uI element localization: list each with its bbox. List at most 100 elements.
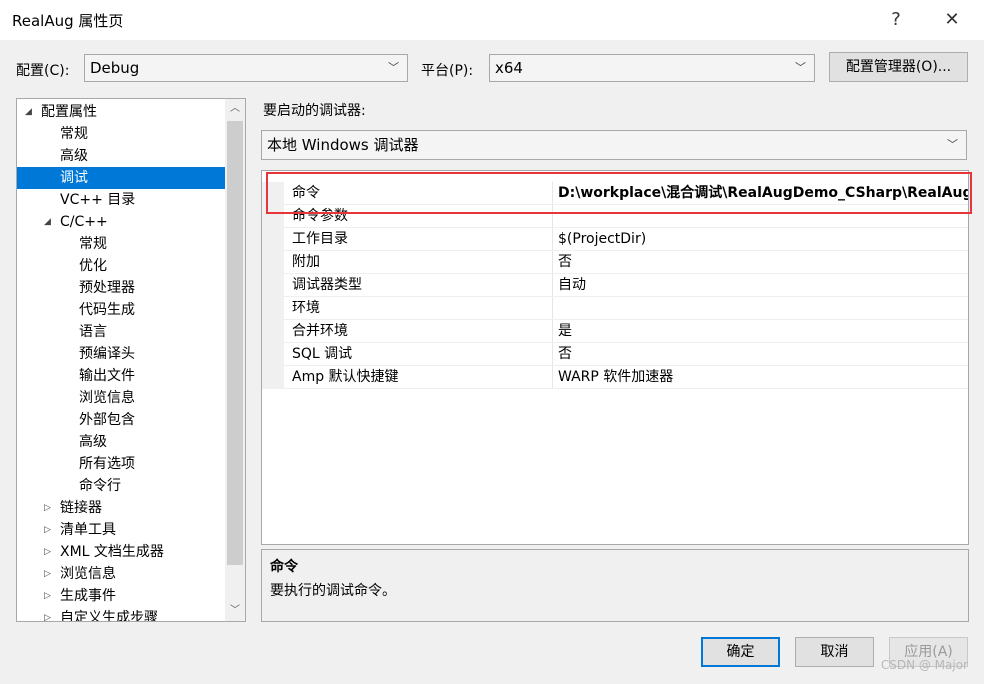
config-combo[interactable]: Debug ﹀ bbox=[84, 54, 408, 82]
platform-label: 平台(P): bbox=[421, 63, 474, 79]
property-value[interactable]: 否 bbox=[558, 251, 968, 274]
platform-combo[interactable]: x64 ﹀ bbox=[489, 54, 815, 82]
property-row[interactable]: 环境 bbox=[262, 297, 968, 320]
tree-item[interactable]: ▷ 清单工具 bbox=[17, 519, 225, 541]
property-grid: 命令 D:\workplace\混合调试\RealAugDemo_CSharp\R… bbox=[261, 170, 969, 545]
description-text: 要执行的调试命令。 bbox=[270, 583, 396, 599]
scroll-up-icon[interactable]: ︿ bbox=[225, 99, 245, 119]
tree-item[interactable]: 浏览信息 bbox=[17, 387, 225, 409]
help-button[interactable]: ? bbox=[882, 6, 910, 34]
close-button[interactable]: ✕ bbox=[938, 6, 966, 34]
chevron-down-icon: ﹀ bbox=[795, 61, 806, 74]
tree-item[interactable]: ▷ 浏览信息 bbox=[17, 563, 225, 585]
window-title: RealAug 属性页 bbox=[12, 12, 124, 30]
column-divider bbox=[552, 343, 553, 366]
tree-item-label: XML 文档生成器 bbox=[60, 544, 164, 560]
tree-item[interactable]: 高级 bbox=[17, 145, 225, 167]
tree-item-label: 清单工具 bbox=[60, 522, 116, 538]
property-name: 附加 bbox=[292, 254, 320, 270]
row-gutter bbox=[262, 251, 284, 274]
tree-item[interactable]: 预处理器 bbox=[17, 277, 225, 299]
tree-item[interactable]: ▷ 自定义生成步骤 bbox=[17, 607, 225, 622]
tree-item[interactable]: 优化 bbox=[17, 255, 225, 277]
property-row[interactable]: Amp 默认快捷键 WARP 软件加速器 bbox=[262, 366, 968, 389]
tree-item[interactable]: ▷ 链接器 bbox=[17, 497, 225, 519]
property-name: Amp 默认快捷键 bbox=[292, 369, 399, 385]
row-gutter bbox=[262, 366, 284, 389]
column-divider bbox=[552, 320, 553, 343]
cancel-button[interactable]: 取消 bbox=[795, 637, 874, 667]
config-value: Debug bbox=[90, 59, 140, 77]
tree-item-label: 自定义生成步骤 bbox=[60, 610, 158, 622]
tree-item-label: C/C++ bbox=[60, 214, 108, 230]
tree-item[interactable]: 语言 bbox=[17, 321, 225, 343]
expand-arrow-icon[interactable]: ▷ bbox=[44, 607, 51, 621]
expand-arrow-icon[interactable]: ▷ bbox=[44, 541, 51, 563]
collapse-arrow-icon[interactable]: ◢ bbox=[25, 101, 32, 123]
property-row[interactable]: 工作目录 $(ProjectDir) bbox=[262, 228, 968, 251]
debugger-section-label: 要启动的调试器: bbox=[263, 103, 366, 119]
property-row[interactable]: 附加 否 bbox=[262, 251, 968, 274]
expand-arrow-icon[interactable]: ▷ bbox=[44, 585, 51, 607]
title-bar bbox=[0, 0, 984, 40]
tree-item[interactable]: 常规 bbox=[17, 123, 225, 145]
property-row[interactable]: SQL 调试 否 bbox=[262, 343, 968, 366]
highlight-box bbox=[266, 172, 972, 214]
row-gutter bbox=[262, 274, 284, 297]
tree-item[interactable]: 外部包含 bbox=[17, 409, 225, 431]
tree-item[interactable]: 高级 bbox=[17, 431, 225, 453]
tree-item-label: 高级 bbox=[79, 434, 107, 450]
expand-arrow-icon[interactable]: ▷ bbox=[44, 519, 51, 541]
property-name: 工作目录 bbox=[292, 231, 348, 247]
tree-item[interactable]: 调试 bbox=[17, 167, 225, 189]
property-value[interactable]: WARP 软件加速器 bbox=[558, 366, 968, 389]
ok-button[interactable]: 确定 bbox=[701, 637, 780, 667]
tree-item[interactable]: ◢ 配置属性 bbox=[17, 101, 225, 123]
tree-item[interactable]: ▷ XML 文档生成器 bbox=[17, 541, 225, 563]
tree-item-label: 所有选项 bbox=[79, 456, 135, 472]
tree-item-label: 代码生成 bbox=[79, 302, 135, 318]
tree-item[interactable]: 所有选项 bbox=[17, 453, 225, 475]
property-row[interactable]: 合并环境 是 bbox=[262, 320, 968, 343]
debugger-combo[interactable]: 本地 Windows 调试器 ﹀ bbox=[261, 130, 967, 160]
scroll-thumb[interactable] bbox=[227, 121, 243, 565]
expand-arrow-icon[interactable]: ▷ bbox=[44, 563, 51, 585]
tree-item[interactable]: VC++ 目录 bbox=[17, 189, 225, 211]
property-value[interactable]: 是 bbox=[558, 320, 968, 343]
tree-scrollbar[interactable]: ︿ ﹀ bbox=[225, 99, 245, 621]
expand-arrow-icon[interactable]: ▷ bbox=[44, 497, 51, 519]
debugger-value: 本地 Windows 调试器 bbox=[267, 136, 419, 154]
property-name: 合并环境 bbox=[292, 323, 348, 339]
column-divider bbox=[552, 366, 553, 389]
chevron-down-icon: ﹀ bbox=[388, 61, 399, 74]
tree-item-label: 语言 bbox=[79, 324, 107, 340]
column-divider bbox=[552, 228, 553, 251]
tree-item-label: 常规 bbox=[60, 126, 88, 142]
platform-value: x64 bbox=[495, 59, 523, 77]
tree-item[interactable]: 输出文件 bbox=[17, 365, 225, 387]
tree-item[interactable]: 命令行 bbox=[17, 475, 225, 497]
property-row[interactable]: 调试器类型 自动 bbox=[262, 274, 968, 297]
row-gutter bbox=[262, 228, 284, 251]
property-value[interactable]: 否 bbox=[558, 343, 968, 366]
tree-item-label: VC++ 目录 bbox=[60, 192, 136, 208]
row-gutter bbox=[262, 297, 284, 320]
column-divider bbox=[552, 274, 553, 297]
collapse-arrow-icon[interactable]: ◢ bbox=[44, 211, 51, 233]
description-title: 命令 bbox=[270, 559, 298, 575]
property-tree[interactable]: ◢ 配置属性 常规 高级 调试 VC++ 目录 ◢ C/C++ 常规 优化 预处理器 代码生成 语言 预编… bbox=[16, 98, 246, 622]
tree-item[interactable]: 常规 bbox=[17, 233, 225, 255]
tree-item-label: 输出文件 bbox=[79, 368, 135, 384]
tree-item[interactable]: 代码生成 bbox=[17, 299, 225, 321]
config-manager-button[interactable]: 配置管理器(O)... bbox=[829, 52, 968, 82]
tree-item-label: 预处理器 bbox=[79, 280, 135, 296]
tree-item[interactable]: ▷ 生成事件 bbox=[17, 585, 225, 607]
row-gutter bbox=[262, 320, 284, 343]
tree-item[interactable]: 预编译头 bbox=[17, 343, 225, 365]
property-value[interactable]: 自动 bbox=[558, 274, 968, 297]
tree-item[interactable]: ◢ C/C++ bbox=[17, 211, 225, 233]
property-value[interactable]: $(ProjectDir) bbox=[558, 228, 968, 251]
scroll-down-icon[interactable]: ﹀ bbox=[225, 601, 245, 621]
tree-item-label: 常规 bbox=[79, 236, 107, 252]
chevron-down-icon: ﹀ bbox=[947, 138, 958, 151]
